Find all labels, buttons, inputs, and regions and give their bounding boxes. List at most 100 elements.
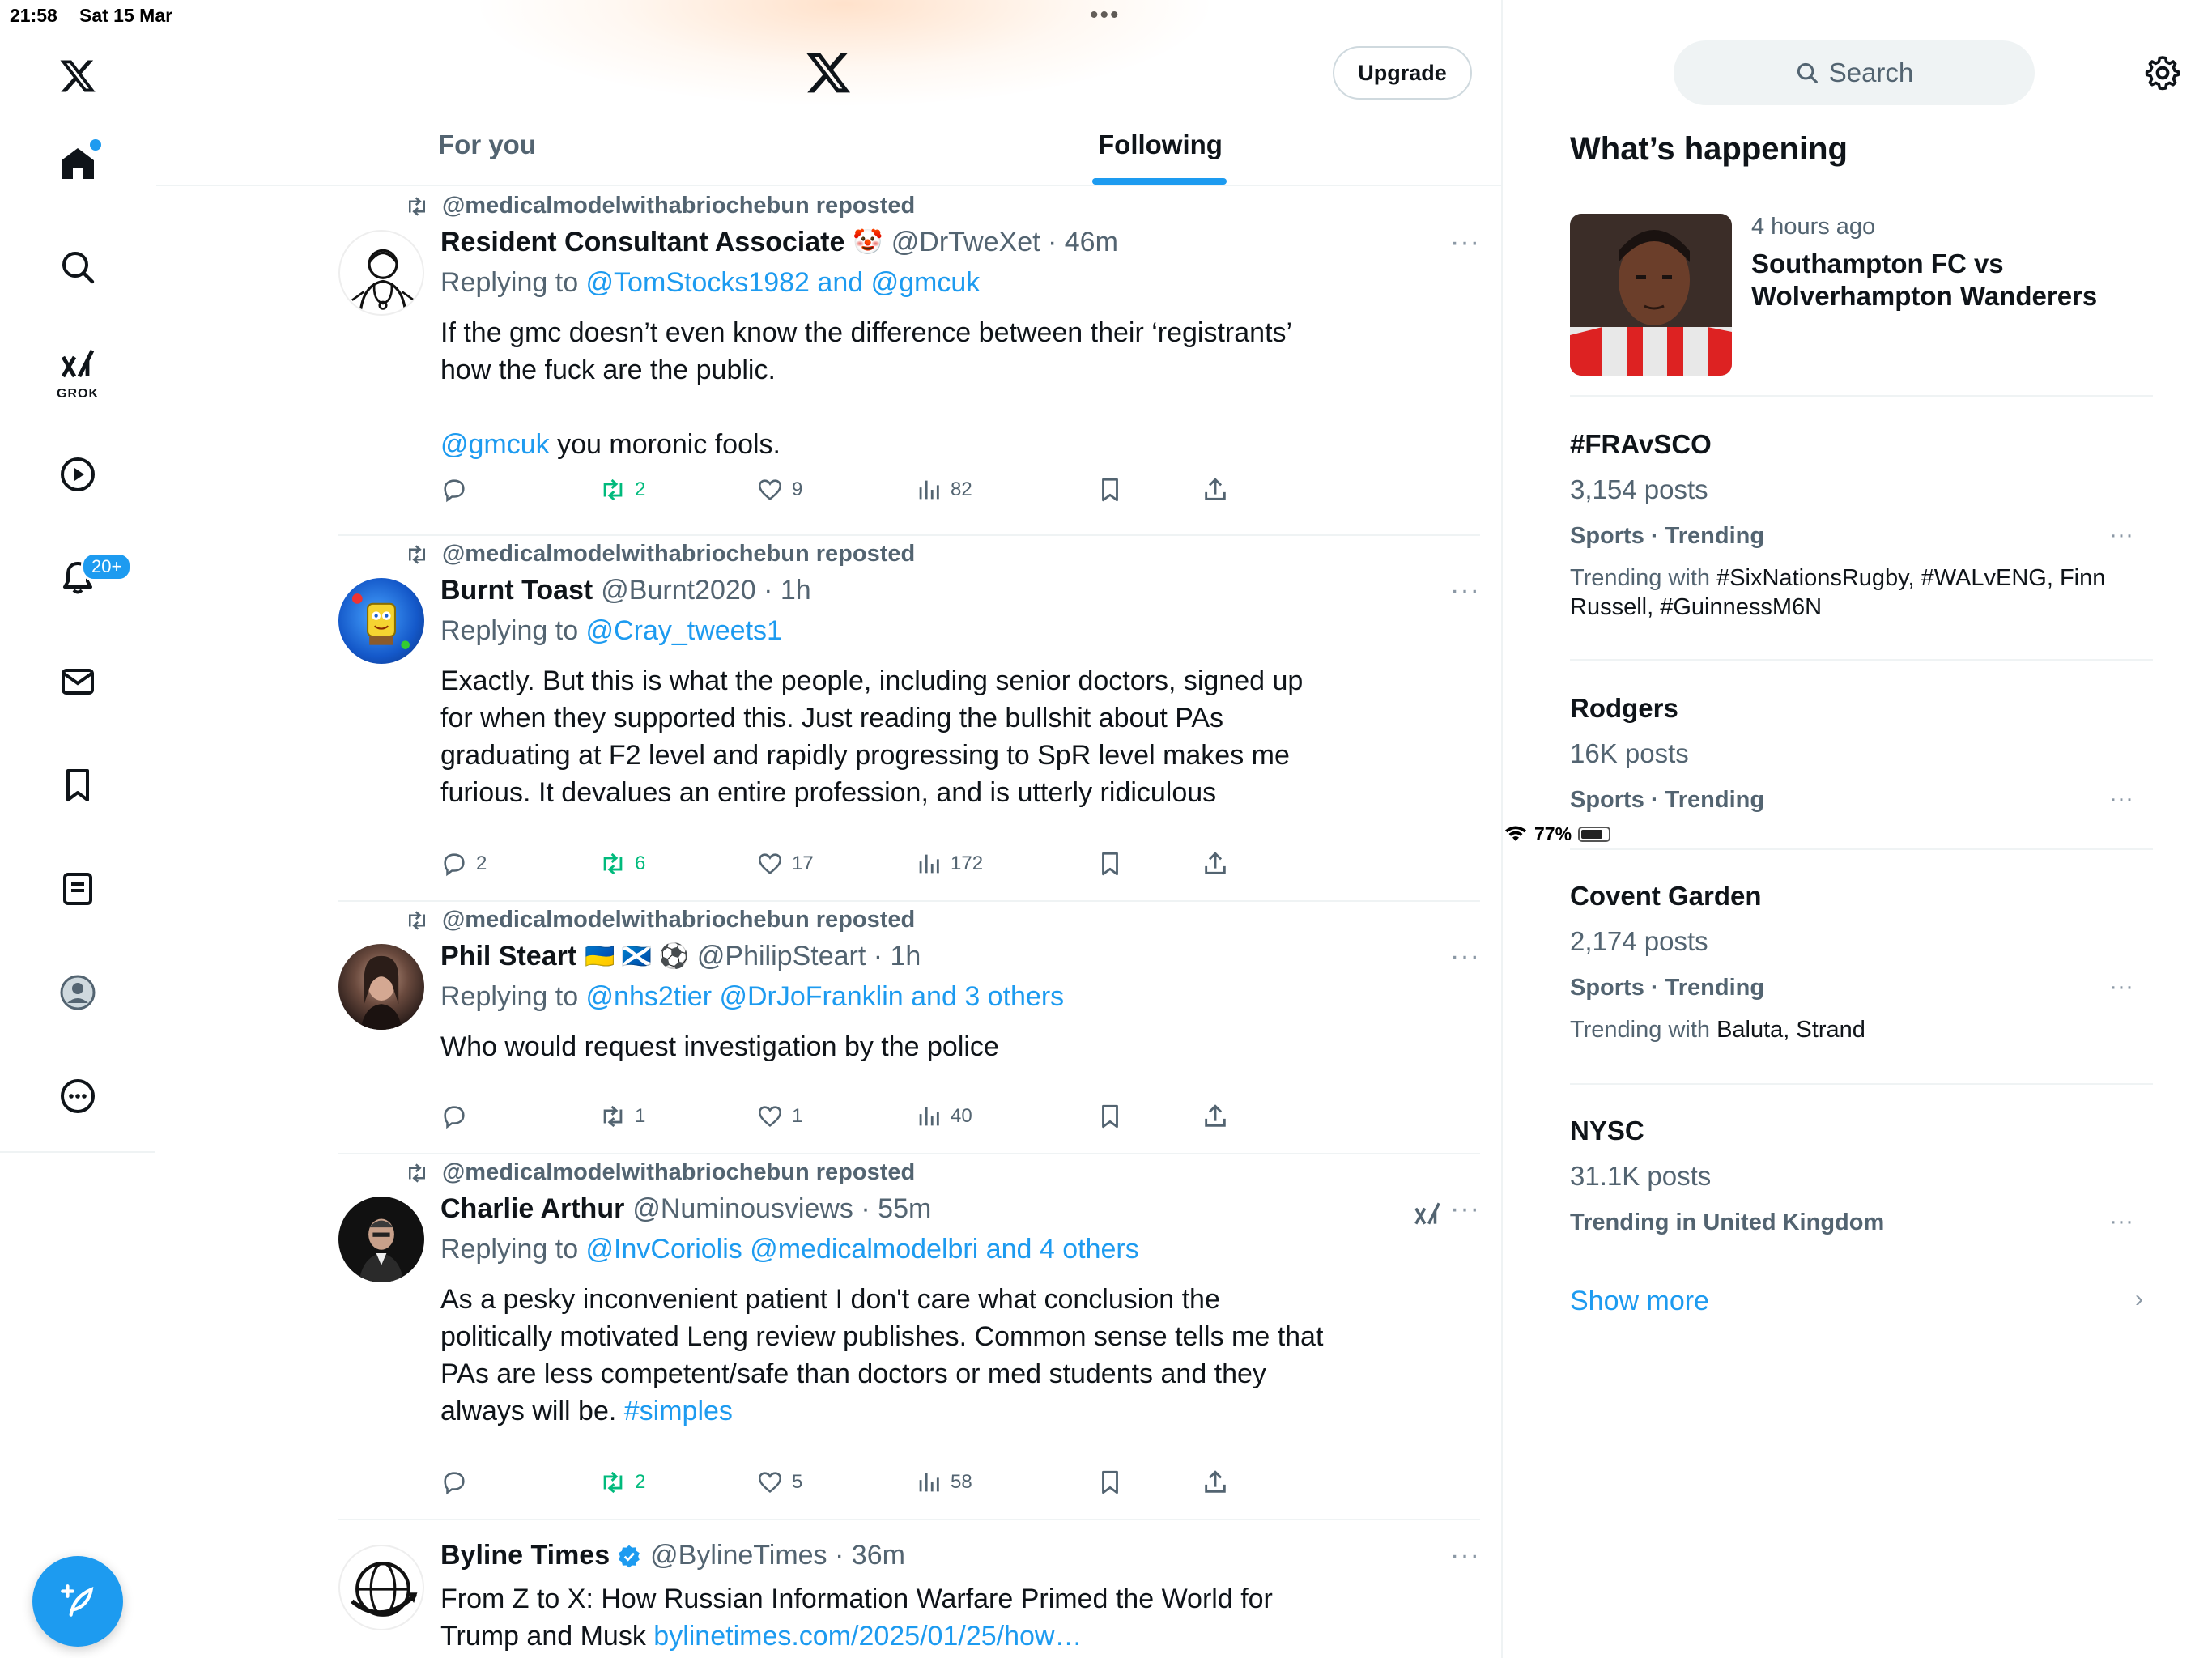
trend-more-icon[interactable]: ··· [2109,973,2133,1001]
repost-button[interactable]: 1 [599,1103,645,1130]
tweet-more-icon[interactable]: ··· [1450,575,1480,606]
avatar[interactable] [338,944,424,1030]
grok-icon[interactable]: GROK [39,330,117,408]
bookmarks-icon[interactable] [39,746,117,824]
trend-related-tags[interactable]: Baluta, Strand [1716,1017,1865,1043]
share-button[interactable] [1202,476,1229,504]
reply-button[interactable] [440,476,476,504]
trend-more-icon[interactable]: ··· [2109,521,2133,549]
trend-category: Sports · Trending [1570,975,1765,1001]
tweet-more-icon[interactable]: ··· [1450,227,1480,258]
tab-for-you[interactable]: For you [438,130,536,160]
repost-button[interactable]: 6 [599,850,645,878]
trend-name[interactable]: #FRAvSCO [1570,429,1712,460]
bookmark-icon [1102,852,1118,876]
tweet-text-fragment: you moronic fools. [549,429,781,460]
tweet-time[interactable]: 46m [1065,227,1118,258]
bookmark-button[interactable] [1096,1469,1124,1496]
whats-happening-title: What’s happening [1570,131,1848,167]
bookmark-button[interactable] [1096,1103,1124,1130]
share-button[interactable] [1202,1103,1229,1130]
like-button[interactable]: 1 [756,1103,802,1130]
replying-prefix: Replying to [440,267,586,298]
views-button[interactable]: 172 [915,850,983,878]
author-handle[interactable]: @Numinousviews [632,1193,853,1225]
bookmark-button[interactable] [1096,476,1124,504]
upgrade-button[interactable]: Upgrade [1333,46,1472,100]
article-link[interactable]: bylinetimes.com/2025/01/25/how… [653,1621,1082,1652]
lists-icon[interactable] [39,850,117,928]
news-title[interactable]: Southampton FC vs Wolverhampton Wanderer… [1751,248,2172,312]
compose-post-button[interactable] [32,1556,123,1647]
mention-link[interactable]: @gmcuk [440,429,550,460]
chevron-right-icon[interactable]: › [2135,1286,2143,1313]
tweet-more-icon[interactable]: ··· [1450,1540,1480,1571]
tweet[interactable]: @medicalmodelwithabriochebun reposted Re… [338,188,1480,536]
trend-more-icon[interactable]: ··· [2109,785,2133,813]
author-name[interactable]: Resident Consultant Associate [440,227,844,258]
messages-icon[interactable] [39,643,117,721]
reply-button[interactable] [440,1469,476,1496]
author-name[interactable]: Phil Steart [440,941,576,972]
notifications-bell-icon[interactable]: 20+ [39,539,133,617]
reply-button[interactable]: 2 [440,850,487,878]
replying-to-link[interactable]: @TomStocks1982 and @gmcuk [586,267,981,298]
avatar[interactable] [338,1197,424,1282]
reply-button[interactable] [440,1103,476,1130]
views-button[interactable]: 82 [915,476,972,504]
search-input[interactable]: Search [1674,40,2035,105]
tweet-time[interactable]: 36m [852,1540,905,1571]
author-name[interactable]: Charlie Arthur [440,1193,624,1225]
trend-name[interactable]: Rodgers [1570,693,1678,724]
replying-to-link[interactable]: @Cray_tweets1 [586,615,782,646]
x-logo-icon[interactable] [39,37,117,115]
trend-name[interactable]: Covent Garden [1570,881,1762,912]
more-options-icon[interactable] [39,1057,117,1135]
tweet[interactable]: Byline Times @BylineTimes · 36m ··· From… [338,1520,1480,1658]
replying-to-link[interactable]: @nhs2tier @DrJoFranklin and 3 others [586,981,1065,1012]
author-handle[interactable]: @DrTweXet [891,227,1040,258]
replying-to-link[interactable]: @InvCoriolis @medicalmodelbri and 4 othe… [586,1234,1139,1265]
settings-gear-icon[interactable] [2143,53,2182,92]
home-icon[interactable] [39,125,117,202]
search-icon[interactable] [39,228,117,306]
hashtag-link[interactable]: #simples [624,1396,733,1426]
grok-explain-icon[interactable] [1412,1198,1443,1229]
author-name[interactable]: Burnt Toast [440,575,593,606]
share-button[interactable] [1202,1469,1229,1496]
author-name[interactable]: Byline Times [440,1540,610,1571]
tweet[interactable]: @medicalmodelwithabriochebun reposted Ph… [338,902,1480,1154]
show-more-link[interactable]: Show more [1570,1286,1709,1317]
tab-following[interactable]: Following [1098,130,1223,160]
tweet[interactable]: @medicalmodelwithabriochebun reposted Bu… [338,536,1480,902]
profile-avatar-icon[interactable] [39,954,117,1031]
like-button[interactable]: 17 [756,850,814,878]
trend-name[interactable]: NYSC [1570,1116,1644,1146]
views-button[interactable]: 58 [915,1469,972,1496]
author-handle[interactable]: @PhilipSteart [697,941,866,972]
trend-more-icon[interactable]: ··· [2109,1208,2133,1235]
tweet-more-icon[interactable]: ··· [1450,1193,1480,1225]
author-handle[interactable]: @BylineTimes [650,1540,827,1571]
tweet-time[interactable]: 55m [878,1193,931,1225]
news-thumbnail[interactable] [1570,214,1732,376]
bookmark-button[interactable] [1096,850,1124,878]
avatar[interactable] [338,578,424,664]
tweet-time[interactable]: 1h [891,941,921,972]
search-icon [1797,62,1818,83]
video-icon[interactable] [39,436,117,513]
repost-button[interactable]: 2 [599,1469,645,1496]
views-button[interactable]: 40 [915,1103,972,1130]
share-button[interactable] [1202,850,1229,878]
avatar[interactable] [338,230,424,316]
tweet-time[interactable]: 1h [781,575,811,606]
avatar[interactable] [338,1545,424,1630]
repost-count: 2 [635,478,646,500]
author-handle[interactable]: @Burnt2020 [601,575,755,606]
repost-button[interactable]: 2 [599,476,645,504]
tweet[interactable]: @medicalmodelwithabriochebun reposted Ch… [338,1154,1480,1520]
tweet-more-icon[interactable]: ··· [1450,941,1480,972]
like-button[interactable]: 5 [756,1469,802,1496]
like-button[interactable]: 9 [756,476,802,504]
x-logo-icon[interactable] [804,49,853,97]
